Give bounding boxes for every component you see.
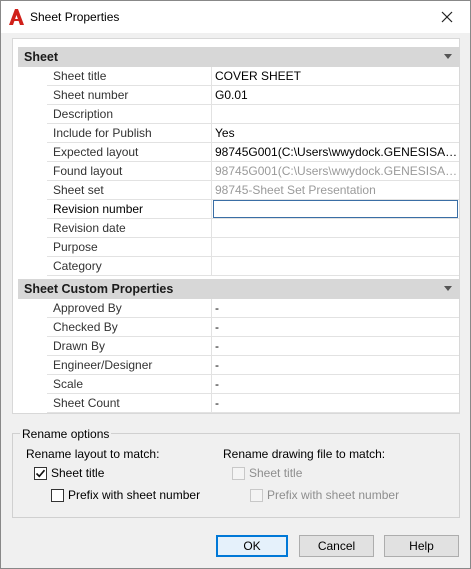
section-header-sheet[interactable]: Sheet (18, 47, 460, 67)
checkbox-box (250, 488, 263, 502)
property-label: Scale (47, 375, 212, 393)
row-scale[interactable]: Scale - (47, 375, 459, 394)
property-label: Revision number (47, 200, 212, 218)
checkbox-label: Sheet title (51, 466, 105, 480)
property-label: Expected layout (47, 143, 212, 161)
checkbox-box[interactable] (34, 466, 47, 480)
layout-sheet-title-checkbox[interactable]: Sheet title (34, 466, 104, 480)
autocad-logo-icon (9, 9, 24, 25)
layout-prefix-checkbox[interactable]: Prefix with sheet number (51, 488, 200, 502)
row-checked-by[interactable]: Checked By - (47, 318, 459, 337)
property-value[interactable]: G0.01 (212, 86, 459, 104)
section-header-custom[interactable]: Sheet Custom Properties (18, 279, 460, 299)
property-label: Approved By (47, 299, 212, 317)
title-bar: Sheet Properties (1, 1, 470, 33)
property-label: Description (47, 105, 212, 123)
checkbox-box (232, 466, 245, 480)
row-approved-by[interactable]: Approved By - (47, 299, 459, 318)
row-category[interactable]: Category (47, 257, 459, 276)
rename-layout-heading: Rename layout to match: (26, 447, 160, 461)
checkbox-box[interactable] (51, 488, 64, 502)
row-drawn-by[interactable]: Drawn By - (47, 337, 459, 356)
property-label: Drawn By (47, 337, 212, 355)
row-sheet-count[interactable]: Sheet Count - (47, 394, 459, 413)
ok-button[interactable]: OK (216, 535, 288, 557)
row-sheet-number[interactable]: Sheet number G0.01 (47, 86, 459, 105)
rename-options-legend: Rename options (20, 427, 112, 441)
chevron-down-icon (444, 54, 452, 59)
row-engineer-designer[interactable]: Engineer/Designer - (47, 356, 459, 375)
property-value[interactable]: - (212, 318, 459, 336)
property-value: 98745-Sheet Set Presentation (215, 183, 376, 197)
property-label: Engineer/Designer (47, 356, 212, 374)
property-label: Category (47, 257, 212, 275)
row-include-for-publish[interactable]: Include for Publish Yes (47, 124, 459, 143)
section-header-label: Sheet Custom Properties (24, 282, 174, 296)
drawing-sheet-title-checkbox: Sheet title (232, 466, 302, 480)
property-value[interactable] (212, 238, 459, 256)
row-purpose[interactable]: Purpose (47, 238, 459, 257)
sheet-rows: Sheet title COVER SHEET Sheet number G0.… (47, 67, 459, 276)
property-label: Found layout (47, 162, 212, 180)
property-value[interactable]: Yes (212, 124, 459, 142)
cancel-button[interactable]: Cancel (299, 535, 374, 557)
grid-gutter (18, 67, 47, 277)
property-value[interactable] (212, 105, 459, 123)
checkmark-icon (35, 469, 46, 477)
section-header-label: Sheet (24, 50, 59, 64)
row-expected-layout[interactable]: Expected layout 98745G001(C:\Users\wwydo… (47, 143, 459, 162)
property-value[interactable]: - (212, 299, 459, 317)
window-title: Sheet Properties (30, 10, 120, 24)
sheet-properties-dialog: Sheet Properties Sheet Sheet title COVER… (0, 0, 471, 569)
help-button[interactable]: Help (384, 535, 459, 557)
property-label: Sheet set (47, 181, 212, 199)
close-icon (441, 11, 453, 23)
row-found-layout[interactable]: Found layout 98745G001(C:\Users\wwydock.… (47, 162, 459, 181)
checkbox-label: Prefix with sheet number (267, 488, 400, 502)
property-label: Purpose (47, 238, 212, 256)
checkbox-label: Prefix with sheet number (68, 488, 201, 502)
property-value[interactable] (212, 257, 459, 275)
row-sheet-set[interactable]: Sheet set 98745-Sheet Set Presentation (47, 181, 459, 200)
property-value[interactable]: 98745G001(C:\Users\wwydock.GENESISAE... (212, 143, 459, 161)
chevron-down-icon (444, 286, 452, 291)
property-label: Sheet Count (47, 394, 212, 412)
property-label: Sheet title (47, 67, 212, 85)
property-value[interactable]: - (212, 356, 459, 374)
property-label: Include for Publish (47, 124, 212, 142)
property-label: Sheet number (47, 86, 212, 104)
close-button[interactable] (424, 1, 470, 33)
property-value[interactable]: COVER SHEET (212, 67, 459, 85)
drawing-prefix-checkbox: Prefix with sheet number (250, 488, 399, 502)
property-value: 98745G001(C:\Users\wwydock.GENESISAE... (215, 164, 459, 178)
row-revision-number[interactable]: Revision number (47, 200, 459, 219)
checkbox-label: Sheet title (249, 466, 303, 480)
property-label: Checked By (47, 318, 212, 336)
property-value[interactable]: - (212, 394, 459, 412)
custom-rows: Approved By - Checked By - Drawn By - En… (47, 299, 459, 413)
revision-number-input[interactable] (213, 200, 458, 218)
property-value[interactable] (212, 219, 459, 237)
property-value[interactable]: - (212, 337, 459, 355)
property-label: Revision date (47, 219, 212, 237)
row-revision-date[interactable]: Revision date (47, 219, 459, 238)
row-sheet-title[interactable]: Sheet title COVER SHEET (47, 67, 459, 86)
rename-drawing-heading: Rename drawing file to match: (223, 447, 386, 461)
row-description[interactable]: Description (47, 105, 459, 124)
property-value[interactable]: - (212, 375, 459, 393)
